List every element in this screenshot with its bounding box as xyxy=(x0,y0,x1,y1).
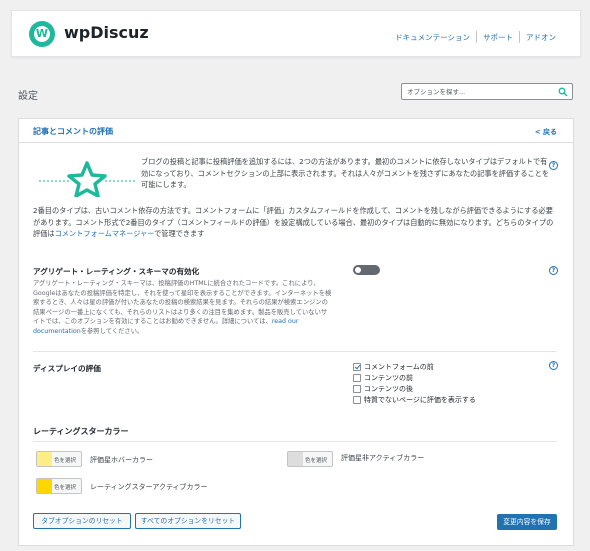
hover-color-swatch xyxy=(37,452,52,466)
page-title: 設定 xyxy=(18,91,38,102)
active-color-swatch xyxy=(37,479,52,493)
inactive-color-picker[interactable]: 色を選択 xyxy=(287,451,333,467)
intro-text: ブログの投稿と記事に投稿評価を追加するには、2つの方法があります。最初のコメント… xyxy=(141,157,550,189)
aggregate-schema-label: アグリゲート・レーティング・スキーマの有効化 xyxy=(33,267,200,276)
star-rating-icon xyxy=(39,161,137,197)
checkbox[interactable] xyxy=(353,363,361,371)
checkbox-label: コンテンツの後 xyxy=(364,385,413,393)
rating-types-description: 2番目のタイプは、古いコメント依存の方法です。コメントフォームに「評価」カスタム… xyxy=(33,205,557,240)
settings-panel: 記事とコメントの評価 < 戻る ブログの投稿と記事に投稿評価を追加するには、2つ… xyxy=(18,118,574,546)
inactive-color-swatch xyxy=(288,452,303,466)
display-rating-label: ディスプレイの評価 xyxy=(33,364,101,373)
aggregate-schema-toggle[interactable] xyxy=(353,265,380,275)
display-option-after-content[interactable]: コンテンツの後 xyxy=(353,384,413,394)
panel-header: 記事とコメントの評価 < 戻る xyxy=(19,119,573,143)
active-color-picker[interactable]: 色を選択 xyxy=(36,478,82,494)
panel-title: 記事とコメントの評価 xyxy=(33,127,113,136)
display-option-before-content[interactable]: コンテンツの前 xyxy=(353,373,413,383)
hover-color-picker[interactable]: 色を選択 xyxy=(36,451,82,467)
search-box xyxy=(401,83,573,100)
aggregate-schema-description: アグリゲート・レーティング・スキーマは、投稿評価のHTMLに統合されたコードです… xyxy=(33,279,333,336)
checkbox-label: 特質でないページに評価を表示する xyxy=(364,396,476,404)
help-icon[interactable]: ? xyxy=(549,266,558,275)
checkbox-label: コメントフォームの前 xyxy=(364,363,434,371)
select-color-label: 色を選択 xyxy=(54,485,77,491)
search-icon[interactable] xyxy=(558,87,568,97)
inactive-color-label: 評価星非アクティブカラー xyxy=(341,454,425,462)
display-option-non-singular[interactable]: 特質でないページに評価を表示する xyxy=(353,395,476,405)
nav-support[interactable]: サポート xyxy=(483,32,513,43)
top-header: W wpDiscuz ドキュメンテーション サポート アドオン xyxy=(11,10,581,57)
checkbox-label: コンテンツの前 xyxy=(364,374,413,382)
section-divider xyxy=(33,351,557,352)
checkbox[interactable] xyxy=(353,374,361,382)
wpdiscuz-logo-icon[interactable]: W xyxy=(29,21,55,47)
checkbox[interactable] xyxy=(353,385,361,393)
comment-form-manager-link[interactable]: コメントフォームマネージャー xyxy=(55,229,154,238)
aggregate-desc-end: を参照してください。 xyxy=(80,327,144,335)
display-option-before-comment-form[interactable]: コメントフォームの前 xyxy=(353,362,434,372)
save-changes-button[interactable]: 変更内容を保存 xyxy=(497,514,557,530)
nav-divider xyxy=(519,31,520,43)
nav-divider xyxy=(476,31,477,43)
select-color-label: 色を選択 xyxy=(305,458,328,464)
active-color-label: レーティングスターアクティブカラー xyxy=(90,483,208,491)
back-link[interactable]: < 戻る xyxy=(535,127,557,137)
logo-letter: W xyxy=(34,26,50,42)
reset-tab-options-button[interactable]: タブオプションのリセット xyxy=(33,513,131,529)
checkbox[interactable] xyxy=(353,396,361,404)
nav-addons[interactable]: アドオン xyxy=(526,32,556,43)
top-nav: ドキュメンテーション サポート アドオン xyxy=(395,31,556,43)
section-divider xyxy=(33,441,557,442)
help-icon[interactable]: ? xyxy=(549,361,558,370)
brand-name: wpDiscuz xyxy=(64,23,149,42)
toggle-knob xyxy=(355,267,361,273)
hover-color-label: 評価星ホバーカラー xyxy=(90,456,153,464)
nav-documentation[interactable]: ドキュメンテーション xyxy=(395,32,470,43)
search-input[interactable] xyxy=(407,86,557,98)
star-color-heading: レーティングスターカラー xyxy=(33,427,129,436)
select-color-label: 色を選択 xyxy=(54,458,77,464)
help-icon[interactable]: ? xyxy=(549,161,558,170)
reset-all-options-button[interactable]: すべてのオプションをリセット xyxy=(135,513,241,529)
para2-text-end: で管理できます xyxy=(154,229,205,238)
